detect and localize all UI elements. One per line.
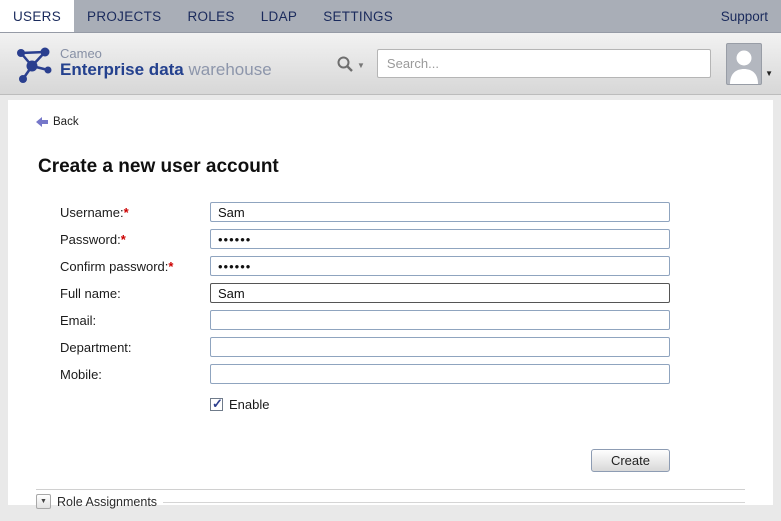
role-assignments-rule [163,502,745,503]
page-title: Create a new user account [38,156,745,178]
mobile-input[interactable] [210,364,670,384]
brand-text: Cameo Enterprise data warehouse [60,47,272,80]
required-marker: * [168,259,173,274]
password-input[interactable] [210,229,670,249]
create-button[interactable]: Create [591,449,670,472]
support-link[interactable]: Support [708,0,781,32]
enable-checkbox[interactable] [210,398,223,411]
nav-item-label: PROJECTS [87,9,161,24]
user-form: Username:* Password:* Confirm password:*… [36,202,745,472]
nav-item-label: LDAP [261,9,297,24]
field-label: Mobile: [60,367,210,382]
field-label: Full name: [60,286,210,301]
role-assignments-section: ▼ Role Assignments [36,494,745,509]
form-row-username: Username:* [60,202,745,222]
search-input[interactable] [377,49,711,78]
back-link[interactable]: Back [36,116,79,128]
brand-product-bold: Enterprise data [60,60,184,79]
nav-item-users[interactable]: USERS [0,0,74,32]
back-arrow-icon [36,117,48,127]
nav-item-label: ROLES [187,9,234,24]
nav-item-label: USERS [13,9,61,24]
form-row-mobile: Mobile: [60,364,745,384]
form-row-full-name: Full name: [60,283,745,303]
nav-spacer [406,0,708,32]
form-row-email: Email: [60,310,745,330]
form-row-confirm-password: Confirm password:* [60,256,745,276]
section-divider [36,489,745,490]
nav-item-settings[interactable]: SETTINGS [310,0,406,32]
role-assignments-label[interactable]: Role Assignments [57,495,157,509]
nav-item-projects[interactable]: PROJECTS [74,0,174,32]
app-header: Cameo Enterprise data warehouse ▼ ▼ [0,33,781,95]
search-dropdown-caret-icon[interactable]: ▼ [357,61,365,70]
field-label: Department: [60,340,210,355]
department-input[interactable] [210,337,670,357]
nav-item-roles[interactable]: ROLES [174,0,247,32]
top-navigation: USERS PROJECTS ROLES LDAP SETTINGS Suppo… [0,0,781,33]
nav-item-ldap[interactable]: LDAP [248,0,310,32]
user-menu: ▼ [726,43,773,85]
collapse-triangle-icon[interactable]: ▼ [36,494,51,509]
brand-name: Cameo [60,47,272,61]
main-panel: Back Create a new user account Username:… [8,100,773,505]
back-label: Back [53,116,79,128]
search-icon[interactable] [336,55,354,73]
field-label: Password:* [60,232,210,247]
field-label: Confirm password:* [60,259,210,274]
user-avatar-icon[interactable] [726,43,762,85]
confirm-password-input[interactable] [210,256,670,276]
field-label: Email: [60,313,210,328]
search-area: ▼ [336,49,711,78]
content-area: Back Create a new user account Username:… [0,95,781,521]
full-name-input[interactable] [210,283,670,303]
field-label: Username:* [60,205,210,220]
email-input[interactable] [210,310,670,330]
required-marker: * [121,232,126,247]
form-row-department: Department: [60,337,745,357]
required-marker: * [124,205,129,220]
avatar-dropdown-caret-icon[interactable]: ▼ [765,69,773,78]
cameo-logo-icon [10,40,56,88]
form-row-password: Password:* [60,229,745,249]
enable-checkbox-label: Enable [229,397,269,412]
brand-product-light: warehouse [189,60,272,79]
nav-item-label: SETTINGS [323,9,393,24]
username-input[interactable] [210,202,670,222]
enable-row: Enable [210,397,745,412]
actions-row: Create [210,449,670,472]
